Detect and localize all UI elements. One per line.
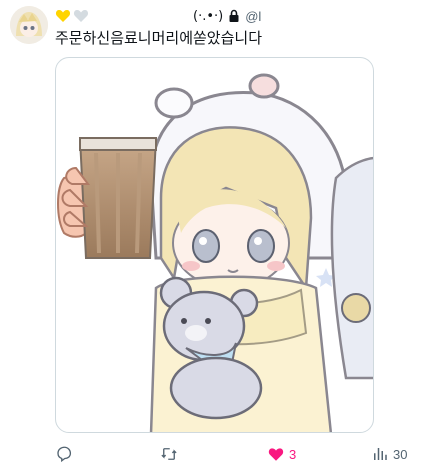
avatar[interactable]	[10, 6, 48, 44]
reply-icon	[57, 446, 72, 463]
tweet-media-image[interactable]	[55, 57, 374, 433]
white-heart-icon	[73, 10, 89, 22]
like-button[interactable]: 3	[267, 444, 296, 464]
tweet-actions: 3 30	[55, 444, 425, 464]
heart-filled-icon	[268, 448, 284, 461]
like-count: 3	[289, 446, 297, 462]
views-icon	[374, 448, 387, 460]
user-handle[interactable]: @l	[245, 9, 261, 24]
lock-icon	[229, 9, 239, 22]
views-count: 30	[393, 446, 408, 462]
reply-button[interactable]	[55, 444, 77, 464]
yellow-heart-icon	[55, 10, 71, 22]
tweet-text: 주문하신음료니머리에쏟았습니다	[55, 29, 263, 47]
display-name[interactable]: (·.•·)	[193, 9, 223, 24]
anime-illustration	[57, 73, 373, 432]
retweet-button[interactable]	[160, 444, 182, 464]
avatar-image	[10, 6, 48, 44]
tweet-header: (·.•·) @l	[55, 7, 261, 25]
retweet-icon	[161, 448, 177, 460]
views-button[interactable]: 30	[371, 444, 407, 464]
